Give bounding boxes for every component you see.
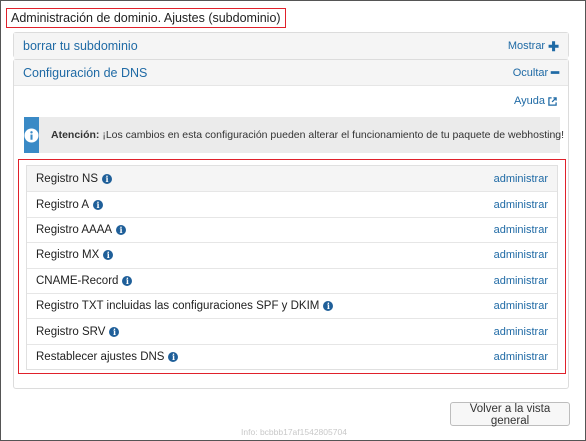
alert-strong: Atención: xyxy=(51,129,100,141)
show-toggle-label: Mostrar xyxy=(507,40,546,52)
minus-icon: ━ xyxy=(551,65,559,80)
help-link-label: Ayuda xyxy=(514,95,545,107)
page-title: Administración de dominio. Ajustes (subd… xyxy=(6,8,286,28)
dns-record-name: Registro MX xyxy=(36,249,100,262)
manage-link[interactable]: administrar xyxy=(494,275,548,287)
dns-record-row: CNAME-Record i administrar xyxy=(27,267,557,293)
info-icon[interactable]: i xyxy=(93,199,104,210)
dns-records-highlight: Registro NS i administrar Registro Ai admini… xyxy=(18,159,566,374)
dns-record-row: Registro AAAA i administrar xyxy=(27,216,557,242)
help-link[interactable]: Ayuda xyxy=(514,95,557,107)
manage-link[interactable]: administrar xyxy=(494,300,548,312)
alert-text: Atención: ¡Los cambios en esta configura… xyxy=(39,129,564,141)
manage-link[interactable]: administrar xyxy=(494,224,548,236)
dns-record-row: Registro MX i administrar xyxy=(27,242,557,267)
manage-link[interactable]: administrar xyxy=(494,351,548,363)
hide-toggle-label: Ocultar xyxy=(512,66,549,79)
dns-record-label: Restablecer ajustes DNS i xyxy=(36,350,179,363)
dns-record-name: Registro NS xyxy=(36,172,98,185)
alert-icon-box xyxy=(24,117,39,153)
dns-record-row: Restablecer ajustes DNS i administrar xyxy=(27,343,557,369)
dns-record-label: CNAME-Record i xyxy=(36,274,133,287)
delete-subdomain-panel: borrar tu subdominio Mostrar ✚ xyxy=(13,32,569,59)
dns-record-label: Registro AAAA i xyxy=(36,223,127,236)
plus-icon: ✚ xyxy=(548,38,559,54)
dns-record-label: Registro NS i xyxy=(36,173,112,185)
alert-message: ¡Los cambios en esta configuración puede… xyxy=(102,129,565,141)
dns-record-label: Registro Ai xyxy=(36,198,104,211)
manage-link[interactable]: administrar xyxy=(494,326,548,338)
dns-settings-header[interactable]: Configuración de DNS Ocultar ━ xyxy=(14,60,568,86)
manage-link[interactable]: administrar xyxy=(494,249,548,261)
external-link-icon xyxy=(548,96,557,106)
info-icon xyxy=(24,127,39,143)
back-to-overview-button[interactable]: Volver a la vista general xyxy=(450,402,570,427)
manage-link[interactable]: administrar xyxy=(494,173,548,185)
warning-alert: Atención: ¡Los cambios en esta configura… xyxy=(24,117,564,153)
dns-record-name: Restablecer ajustes DNS xyxy=(36,350,165,363)
info-icon[interactable]: i xyxy=(116,224,127,235)
dns-record-row: Registro SRV i administrar xyxy=(27,318,557,343)
footer-info: Info: bcbbb17af1542805704 xyxy=(241,427,347,437)
dns-record-name: Registro A xyxy=(36,198,90,211)
delete-subdomain-title[interactable]: borrar tu subdominio xyxy=(23,39,138,53)
manage-link[interactable]: administrar xyxy=(494,199,548,211)
show-toggle[interactable]: Mostrar ✚ xyxy=(508,40,559,53)
info-icon[interactable]: i xyxy=(168,351,179,362)
dns-record-name: Registro SRV xyxy=(36,325,106,338)
dns-settings-title[interactable]: Configuración de DNS xyxy=(23,66,147,80)
dns-record-row: Registro TXT incluidas las configuracion… xyxy=(27,292,557,318)
dns-settings-panel: Configuración de DNS Ocultar ━ Ayuda Ate… xyxy=(13,59,569,389)
info-icon[interactable]: i xyxy=(102,173,112,184)
dns-record-name: Registro AAAA xyxy=(36,223,113,236)
dns-record-label: Registro MX i xyxy=(36,249,114,262)
dns-record-label: Registro SRV i xyxy=(36,325,120,338)
info-icon[interactable]: i xyxy=(323,301,334,312)
info-icon[interactable]: i xyxy=(122,275,133,286)
info-icon[interactable]: i xyxy=(103,250,114,261)
dns-record-row: Registro NS i administrar xyxy=(27,166,557,192)
dns-record-name: Registro TXT incluidas las configuracion… xyxy=(36,300,320,313)
dns-record-label: Registro TXT incluidas las configuracion… xyxy=(36,300,334,313)
delete-subdomain-header[interactable]: borrar tu subdominio Mostrar ✚ xyxy=(14,33,568,59)
dns-records-list: Registro NS i administrar Registro Ai admini… xyxy=(26,165,558,371)
info-icon[interactable]: i xyxy=(109,326,120,337)
dns-record-row: Registro Ai administrar xyxy=(27,191,557,216)
dns-record-name: CNAME-Record xyxy=(36,274,119,287)
hide-toggle[interactable]: Ocultar ━ xyxy=(513,66,559,79)
